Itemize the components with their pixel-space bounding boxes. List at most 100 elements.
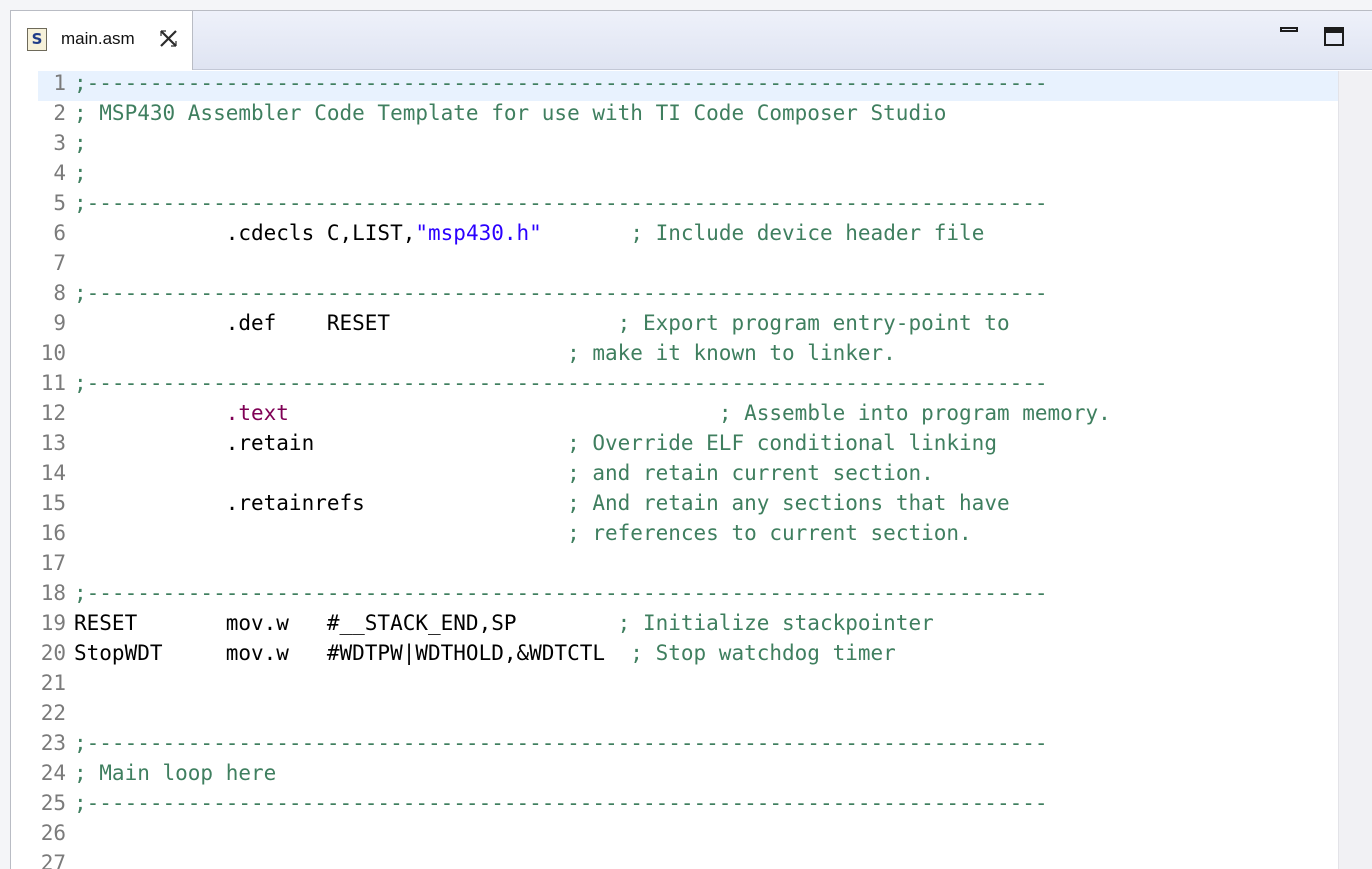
code-line[interactable]: 11 ;-------------------------------------… <box>38 371 1338 401</box>
code-line[interactable]: 22 <box>38 701 1338 731</box>
code-comment: ;---------------------------------------… <box>74 191 1048 215</box>
code-comment: ; Stop watchdog timer <box>630 641 896 665</box>
code-line[interactable]: 15 .retainrefs ; And retain any sections… <box>38 491 1338 521</box>
code-line[interactable]: 9 .def RESET ; Export program entry-poin… <box>38 311 1338 341</box>
code-text: RESET mov.w #__STACK_END,SP <box>74 611 618 635</box>
line-number: 10 <box>40 341 66 365</box>
code-text: .retain <box>74 431 568 455</box>
code-lines: 1 ;--------------------------------------… <box>38 71 1338 869</box>
code-comment: ; references to current section. <box>567 521 972 545</box>
line-number: 18 <box>40 581 66 605</box>
code-line[interactable]: 24 ; Main loop here <box>38 761 1338 791</box>
code-comment: ;---------------------------------------… <box>74 371 1048 395</box>
line-number: 22 <box>40 701 66 725</box>
code-line[interactable]: 27 <box>38 851 1338 869</box>
maximize-icon <box>1326 29 1342 33</box>
tab-label: main.asm <box>61 29 135 48</box>
line-number: 6 <box>53 221 66 245</box>
line-number: 16 <box>40 521 66 545</box>
code-comment: ; Export program entry-point to <box>617 311 1010 335</box>
line-number: 25 <box>40 791 66 815</box>
line-number: 20 <box>40 641 66 665</box>
line-number: 11 <box>40 371 66 395</box>
code-comment: ;---------------------------------------… <box>74 281 1048 305</box>
overview-ruler[interactable] <box>1338 71 1372 869</box>
code-line[interactable]: 4; <box>38 161 1338 191</box>
close-icon[interactable] <box>158 28 179 49</box>
code-spacing <box>289 401 719 425</box>
code-line[interactable]: 20 StopWDT mov.w #WDTPW|WDTHOLD,&WDTCTL ;… <box>38 641 1338 671</box>
line-number: 2 <box>53 101 66 125</box>
code-comment: ; Initialize stackpointer <box>617 611 934 635</box>
editor-window: S main.asm 1 ;---------------------------… <box>10 10 1372 869</box>
code-line[interactable]: 2 ; MSP430 Assembler Code Template for us… <box>38 101 1338 131</box>
code-text: .cdecls C,LIST, <box>74 221 416 245</box>
code-comment: ; And retain any sections that have <box>567 491 1010 515</box>
line-number: 5 <box>53 191 66 215</box>
line-number: 13 <box>40 431 66 455</box>
code-line[interactable]: 21 <box>38 671 1338 701</box>
code-line[interactable]: 3; <box>38 131 1338 161</box>
code-comment: ; Override ELF conditional linking <box>567 431 997 455</box>
line-number: 7 <box>53 251 66 275</box>
line-number: 14 <box>40 461 66 485</box>
code-editor[interactable]: 1 ;--------------------------------------… <box>38 71 1338 869</box>
line-number: 3 <box>53 131 66 155</box>
line-number: 8 <box>53 281 66 305</box>
line-number: 27 <box>40 851 66 869</box>
code-spacing <box>542 221 631 245</box>
code-line[interactable]: 13 .retain ; Override ELF conditional li… <box>38 431 1338 461</box>
line-number: 15 <box>40 491 66 515</box>
code-comment: ;---------------------------------------… <box>74 581 1048 605</box>
code-directive: .text <box>225 401 289 425</box>
code-comment: ; Include device header file <box>630 221 985 245</box>
line-number: 17 <box>40 551 66 575</box>
code-comment: ; Main loop here <box>74 761 277 785</box>
code-line[interactable]: 8 ;--------------------------------------… <box>38 281 1338 311</box>
line-number: 19 <box>40 611 66 635</box>
code-comment: ; MSP430 Assembler Code Template for use… <box>74 101 947 125</box>
line-number: 9 <box>53 311 66 335</box>
maximize-button[interactable] <box>1324 27 1344 46</box>
code-comment: ;---------------------------------------… <box>74 731 1048 755</box>
code-line[interactable]: 7 <box>38 251 1338 281</box>
tab-bar: S main.asm <box>11 11 1372 70</box>
line-number: 1 <box>53 71 66 95</box>
code-line[interactable]: 6 .cdecls C,LIST,"msp430.h" ; Include de… <box>38 221 1338 251</box>
code-string: "msp430.h" <box>415 221 542 245</box>
code-comment: ;---------------------------------------… <box>74 791 1048 815</box>
code-line[interactable]: 19 RESET mov.w #__STACK_END,SP ; Initiali… <box>38 611 1338 641</box>
code-line[interactable]: 18 ;-------------------------------------… <box>38 581 1338 611</box>
code-comment: ;---------------------------------------… <box>74 71 1048 95</box>
code-text: StopWDT mov.w #WDTPW|WDTHOLD,&WDTCTL <box>74 641 631 665</box>
code-line[interactable]: 26 <box>38 821 1338 851</box>
code-line[interactable]: 16 ; references to current section. <box>38 521 1338 551</box>
minimize-button[interactable] <box>1280 27 1298 37</box>
line-number: 23 <box>40 731 66 755</box>
line-number: 12 <box>40 401 66 425</box>
code-line[interactable]: 17 <box>38 551 1338 581</box>
code-comment: ; make it known to linker. <box>567 341 896 365</box>
code-line[interactable]: 14 ; and retain current section. <box>38 461 1338 491</box>
line-number: 21 <box>40 671 66 695</box>
code-line[interactable]: 23 ;-------------------------------------… <box>38 731 1338 761</box>
code-comment: ; and retain current section. <box>567 461 934 485</box>
code-line[interactable]: 1 ;--------------------------------------… <box>38 71 1338 101</box>
code-text: .retainrefs <box>74 491 568 515</box>
code-line[interactable]: 10 ; make it known to linker. <box>38 341 1338 371</box>
code-line[interactable]: 5 ;--------------------------------------… <box>38 191 1338 221</box>
minimize-icon <box>1280 27 1298 32</box>
tab-main-asm[interactable]: S main.asm <box>11 11 193 70</box>
code-line[interactable]: 12 .text ; Assemble into program memory. <box>38 401 1338 431</box>
code-line[interactable]: 25 ;-------------------------------------… <box>38 791 1338 821</box>
code-comment: ; Assemble into program memory. <box>718 401 1111 425</box>
code-comment: ; <box>74 161 87 185</box>
line-number: 4 <box>53 161 66 185</box>
code-comment: ; <box>74 131 87 155</box>
code-text: .def RESET <box>74 311 618 335</box>
asm-file-icon: S <box>27 28 47 51</box>
